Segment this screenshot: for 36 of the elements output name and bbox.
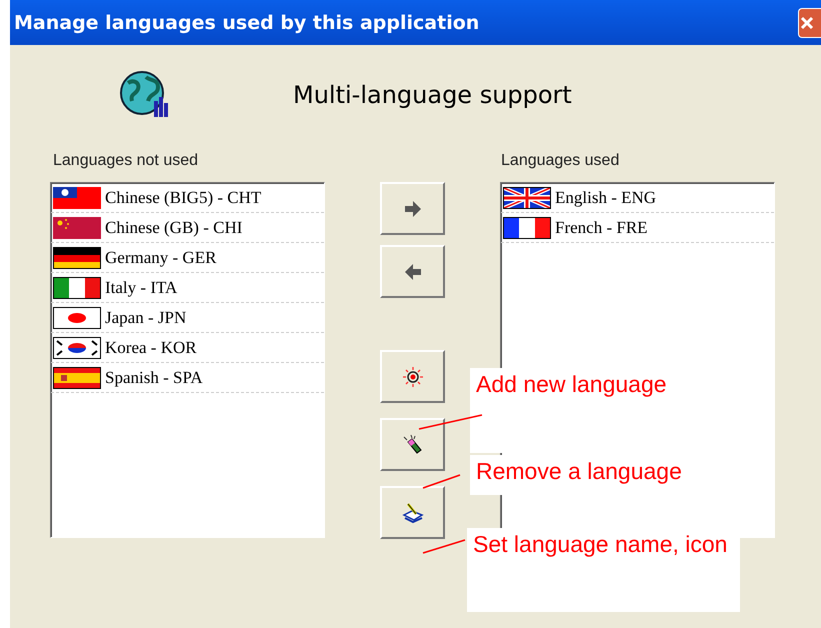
remove-button[interactable] bbox=[380, 418, 445, 471]
language-item[interactable]: Chinese (BIG5) - CHT bbox=[51, 183, 324, 213]
move-right-button[interactable] bbox=[380, 182, 445, 235]
language-item[interactable]: Italy - ITA bbox=[51, 273, 324, 303]
language-item[interactable]: Japan - JPN bbox=[51, 303, 324, 333]
flag-icon bbox=[53, 306, 101, 328]
annotation-note: Set language name, icon bbox=[467, 528, 740, 612]
flag-icon bbox=[53, 216, 101, 238]
flag-icon bbox=[53, 276, 101, 298]
add-button[interactable] bbox=[380, 350, 445, 403]
language-item[interactable]: Germany - GER bbox=[51, 243, 324, 273]
flag-icon bbox=[53, 366, 101, 388]
flag-icon bbox=[53, 186, 101, 208]
sun-icon bbox=[400, 364, 424, 388]
pen-and-paper-icon bbox=[400, 500, 424, 524]
leader-line bbox=[418, 414, 482, 430]
window-title: Manage languages used by this application bbox=[13, 12, 480, 34]
list-label: Languages used bbox=[501, 152, 620, 171]
flag-icon bbox=[53, 246, 101, 268]
close-icon bbox=[799, 14, 815, 30]
move-left-button[interactable] bbox=[380, 245, 445, 298]
leader-line bbox=[422, 474, 460, 489]
language-item[interactable]: French - FRE bbox=[501, 213, 774, 243]
language-item[interactable]: English - ENG bbox=[501, 183, 774, 213]
flag-icon bbox=[53, 336, 101, 358]
language-item[interactable]: Chinese (GB) - CHI bbox=[51, 213, 324, 243]
leader-line bbox=[422, 539, 466, 554]
dialog-heading: Multi-language support bbox=[293, 81, 572, 109]
language-item[interactable]: Korea - KOR bbox=[51, 333, 324, 363]
list-label: Languages not used bbox=[53, 152, 198, 171]
edit-button[interactable] bbox=[380, 486, 445, 539]
close-button[interactable] bbox=[798, 8, 821, 38]
flag-icon bbox=[503, 186, 551, 208]
eraser-icon bbox=[400, 432, 424, 456]
flag-icon bbox=[503, 216, 551, 238]
language-item[interactable]: Spanish - SPA bbox=[51, 363, 324, 393]
